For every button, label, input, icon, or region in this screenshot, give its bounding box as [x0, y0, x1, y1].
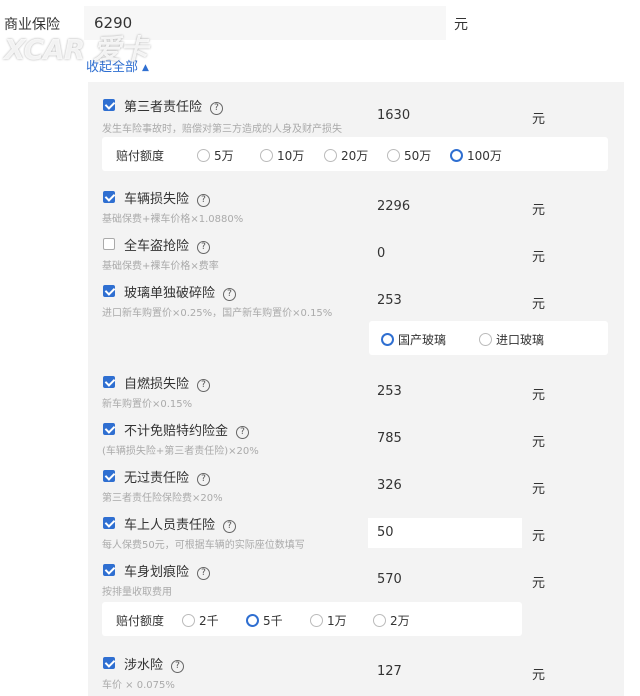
option-1wan[interactable]: 1万 — [310, 612, 347, 629]
insurance-description: (车辆损失险+第三者责任险)×20% — [102, 446, 259, 457]
help-icon[interactable]: ? — [197, 194, 211, 207]
help-icon[interactable]: ? — [197, 379, 211, 392]
insurance-description: 车价 × 0.075% — [102, 680, 175, 691]
help-icon[interactable]: ? — [197, 473, 211, 486]
insurance-name: 车身划痕险? — [124, 561, 211, 580]
checkbox-spontaneous-combustion[interactable] — [103, 376, 115, 388]
premium-unit: 元 — [532, 576, 546, 591]
checkbox-glass[interactable] — [103, 285, 115, 297]
coverage-amount-label: 赔付额度 — [116, 614, 165, 628]
checkbox-deductible-waiver[interactable] — [103, 423, 115, 435]
checkbox-no-fault[interactable] — [103, 470, 115, 482]
insurance-name: 自燃损失险? — [124, 373, 211, 392]
insurance-name: 涉水险? — [124, 654, 185, 673]
checkbox-third-party[interactable] — [103, 99, 115, 111]
checkbox-theft[interactable] — [103, 238, 115, 250]
premium-field[interactable]: 50 — [368, 518, 522, 548]
premium-field[interactable]: 253 — [368, 286, 522, 316]
third-party-coverage-options: 赔付额度 5万 10万 20万 50万 100万 — [102, 137, 608, 171]
radio-icon — [310, 614, 323, 627]
insurance-description: 基础保费+裸车价格×费率 — [102, 261, 219, 272]
insurance-description: 基础保费+裸车价格×1.0880% — [102, 214, 244, 225]
checkbox-passenger-liability[interactable] — [103, 517, 115, 529]
premium-field[interactable]: 570 — [368, 565, 522, 595]
insurance-name: 第三者责任险? — [124, 96, 224, 115]
radio-icon — [182, 614, 195, 627]
insurance-description: 每人保费50元，可根据车辆的实际座位数填写 — [102, 540, 305, 551]
checkbox-scratch[interactable] — [103, 564, 115, 576]
scratch-coverage-options: 赔付额度 2千 5千 1万 2万 — [102, 602, 522, 636]
radio-icon — [260, 149, 273, 162]
option-5wan[interactable]: 5万 — [197, 147, 234, 164]
checkbox-flood[interactable] — [103, 657, 115, 669]
help-icon[interactable]: ? — [197, 567, 211, 580]
insurance-name: 车辆损失险? — [124, 188, 211, 207]
option-50wan[interactable]: 50万 — [387, 147, 431, 164]
insurance-name: 玻璃单独破碎险? — [124, 282, 237, 301]
premium-unit: 元 — [532, 297, 546, 312]
insurance-description: 第三者责任险保险费×20% — [102, 493, 223, 504]
premium-field[interactable]: 253 — [368, 377, 522, 407]
insurance-name: 车上人员责任险? — [124, 514, 237, 533]
premium-unit: 元 — [532, 482, 546, 497]
premium-field[interactable]: 785 — [368, 424, 522, 454]
radio-icon — [324, 149, 337, 162]
radio-selected-icon — [450, 149, 463, 162]
premium-unit: 元 — [532, 388, 546, 403]
option-2qian[interactable]: 2千 — [182, 612, 219, 629]
premium-unit: 元 — [532, 668, 546, 683]
insurance-name: 无过责任险? — [124, 467, 211, 486]
coverage-amount-label: 赔付额度 — [116, 149, 165, 163]
option-2wan[interactable]: 2万 — [373, 612, 410, 629]
option-100wan[interactable]: 100万 — [450, 147, 502, 164]
help-icon[interactable]: ? — [197, 241, 211, 254]
insurance-name: 全车盗抢险? — [124, 235, 211, 254]
premium-unit: 元 — [532, 250, 546, 265]
radio-icon — [373, 614, 386, 627]
premium-unit: 元 — [532, 112, 546, 127]
help-icon[interactable]: ? — [223, 288, 237, 301]
commercial-insurance-unit: 元 — [454, 17, 468, 33]
radio-selected-icon — [381, 333, 394, 346]
glass-type-options: 国产玻璃 进口玻璃 — [369, 321, 608, 355]
help-icon[interactable]: ? — [236, 426, 250, 439]
insurance-description: 进口新车购置价×0.25%，国产新车购置价×0.15% — [102, 308, 333, 319]
premium-field[interactable]: 0 — [368, 239, 522, 269]
option-20wan[interactable]: 20万 — [324, 147, 368, 164]
option-imported-glass[interactable]: 进口玻璃 — [479, 331, 544, 348]
premium-field[interactable]: 2296 — [368, 192, 522, 222]
premium-field[interactable]: 326 — [368, 471, 522, 501]
insurance-description: 发生车险事故时，赔偿对第三方造成的人身及财产损失 — [102, 124, 342, 135]
radio-icon — [387, 149, 400, 162]
premium-unit: 元 — [532, 435, 546, 450]
help-icon[interactable]: ? — [171, 660, 185, 673]
radio-selected-icon — [246, 614, 259, 627]
radio-icon — [197, 149, 210, 162]
premium-unit: 元 — [532, 529, 546, 544]
option-domestic-glass[interactable]: 国产玻璃 — [381, 331, 446, 348]
premium-unit: 元 — [532, 203, 546, 218]
option-5qian[interactable]: 5千 — [246, 612, 283, 629]
option-10wan[interactable]: 10万 — [260, 147, 304, 164]
help-icon[interactable]: ? — [223, 520, 237, 533]
checkbox-vehicle-damage[interactable] — [103, 191, 115, 203]
premium-field[interactable]: 127 — [368, 657, 522, 687]
premium-field[interactable]: 1630 — [368, 101, 522, 131]
insurance-detail-panel: 第三者责任险? 发生车险事故时，赔偿对第三方造成的人身及财产损失 1630 元 … — [88, 82, 624, 696]
help-icon[interactable]: ? — [210, 102, 224, 115]
insurance-name: 不计免赔特约险金? — [124, 420, 250, 439]
insurance-description: 按排量收取费用 — [102, 587, 172, 598]
xcar-watermark-logo: XCAR 爱卡 — [4, 33, 148, 66]
radio-icon — [479, 333, 492, 346]
insurance-description: 新车购置价×0.15% — [102, 399, 193, 410]
